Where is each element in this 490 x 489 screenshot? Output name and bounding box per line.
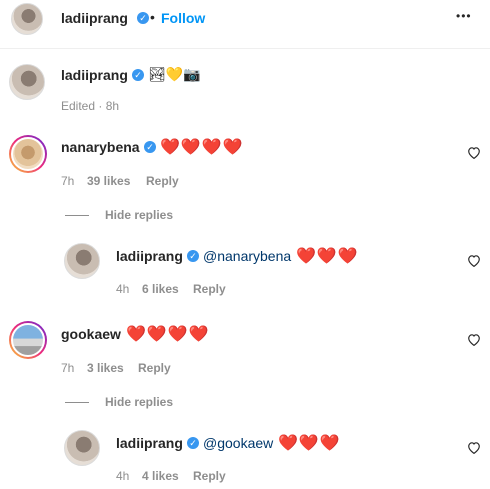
caption-meta: Edited · 8h [61,99,120,113]
comment-time: 7h [61,361,75,375]
caption-username[interactable]: ladiiprang [61,67,128,83]
post-header: ladiiprang ✓ • Follow ••• [0,0,490,49]
reply-time: 4h [116,282,130,296]
reply-username[interactable]: ladiiprang [116,248,183,264]
commenter-avatar[interactable] [9,135,47,173]
reply-mention-link[interactable]: @gookaew [203,435,273,451]
verified-badge-icon: ✓ [137,12,149,24]
reply-text: ❤️❤️❤️ [296,248,359,265]
commenter-avatar[interactable] [9,321,47,359]
comment-username[interactable]: nanarybena [61,139,140,155]
verified-badge-icon: ✓ [144,141,156,153]
hide-replies-button[interactable]: Hide replies [105,208,173,222]
like-heart-icon[interactable] [467,146,481,159]
like-heart-icon[interactable] [467,441,481,454]
hide-replies-line [65,215,89,216]
hide-replies-line [65,402,89,403]
reply-mention-link[interactable]: @nanarybena [203,248,291,264]
like-heart-icon[interactable] [467,333,481,346]
hide-replies-button[interactable]: Hide replies [105,395,173,409]
comment-text: ❤️❤️❤️❤️ [126,326,210,343]
comment-likes[interactable]: 39 likes [87,174,130,188]
caption-avatar[interactable] [9,64,45,100]
comment-likes[interactable]: 3 likes [87,361,124,375]
comment-time: 7h [61,174,75,188]
header-username[interactable]: ladiiprang [61,10,128,26]
like-heart-icon[interactable] [467,254,481,267]
reply-button[interactable]: Reply [193,282,226,296]
reply-text: ❤️❤️❤️ [278,435,341,452]
reply-time: 4h [116,469,130,483]
reply-button[interactable]: Reply [138,361,171,375]
header-separator: • [150,9,155,25]
follow-button[interactable]: Follow [161,10,205,26]
comment-username[interactable]: gookaew [61,326,121,342]
more-options-icon[interactable]: ••• [456,9,472,23]
reply-button[interactable]: Reply [146,174,179,188]
reply-username[interactable]: ladiiprang [116,435,183,451]
reply-likes[interactable]: 6 likes [142,282,179,296]
reply-avatar[interactable] [64,243,100,279]
reply-likes[interactable]: 4 likes [142,469,179,483]
reply-button[interactable]: Reply [193,469,226,483]
caption-text: 🏞💛📷 [148,66,201,82]
verified-badge-icon: ✓ [132,69,144,81]
comment-text: ❤️❤️❤️❤️ [160,139,244,156]
verified-badge-icon: ✓ [187,250,199,262]
header-avatar[interactable] [11,3,43,35]
reply-avatar[interactable] [64,430,100,466]
verified-badge-icon: ✓ [187,437,199,449]
